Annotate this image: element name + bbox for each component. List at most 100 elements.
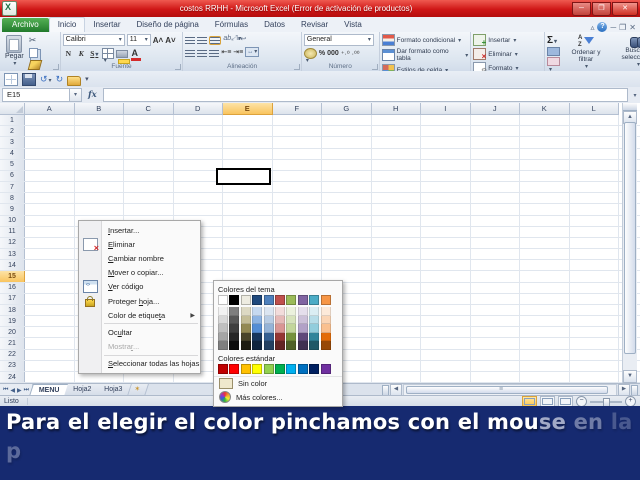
cell-k3[interactable] [520,137,570,148]
theme-shade-swatch-2-1[interactable] [240,315,251,325]
column-header-l[interactable]: L [569,103,619,115]
insert-cells-button[interactable]: Insertar [473,34,542,47]
menu-item-ver-código[interactable]: Ver código [79,280,200,294]
insert-function-icon[interactable]: fx [82,90,103,100]
menu-item-color-de-etiqueta[interactable]: Color de etiqueta ▶ [79,308,200,322]
theme-shade-swatch-5-3[interactable] [274,332,285,342]
column-header-e[interactable]: E [223,103,273,115]
theme-shade-swatch-4-4[interactable] [263,341,274,350]
cell-a16[interactable] [25,282,75,293]
cell-l1[interactable] [570,115,619,126]
align-top-icon[interactable] [185,37,196,44]
tab-insertar[interactable]: Insertar [85,18,128,32]
cell-k14[interactable] [520,260,570,271]
increase-decimal-icon[interactable]: ⁺·⁰ [341,50,350,58]
cell-k10[interactable] [520,215,570,226]
decrease-decimal-icon[interactable]: ·⁰⁰ [352,50,360,58]
theme-shade-swatch-9-3[interactable] [320,332,331,342]
window-resize-handle[interactable] [631,384,638,396]
cell-f3[interactable] [273,137,322,148]
theme-shade-swatch-7-0[interactable] [297,307,308,316]
cell-j22[interactable] [471,349,520,360]
redo-icon[interactable]: ↻ [56,74,64,85]
cell-l14[interactable] [570,260,619,271]
cell-c2[interactable] [124,126,174,137]
number-format-select[interactable]: General [303,34,374,46]
cell-j14[interactable] [471,260,520,271]
cell-f10[interactable] [273,215,322,226]
theme-shade-swatch-7-2[interactable] [297,324,308,333]
cell-c1[interactable] [124,115,174,126]
formula-input[interactable] [102,88,628,102]
row-header-14[interactable]: 14 [0,260,25,271]
cell-j1[interactable] [471,115,520,126]
column-header-k[interactable]: K [520,103,570,115]
cell-j9[interactable] [471,204,520,215]
tab-fórmulas[interactable]: Fórmulas [207,18,256,32]
cell-k20[interactable] [520,327,570,338]
cell-l15[interactable] [570,271,619,282]
orientation-icon[interactable]: ab⤢ [223,35,236,45]
theme-color-swatch-3[interactable] [252,295,263,305]
open-icon[interactable] [67,75,82,86]
cell-e12[interactable] [223,237,273,249]
cell-h1[interactable] [372,115,421,126]
save-icon[interactable] [22,72,36,86]
cell-j16[interactable] [471,282,520,293]
restore-button[interactable]: ❐ [592,1,611,16]
cell-i1[interactable] [421,115,471,126]
number-dialog-launcher[interactable] [371,64,378,70]
cell-a4[interactable] [25,148,75,159]
cell-j5[interactable] [471,159,520,170]
help-icon[interactable]: ? [597,22,608,32]
cell-b7[interactable] [75,182,124,193]
cell-i5[interactable] [421,159,471,170]
scroll-down-icon[interactable]: ▼ [623,370,637,383]
theme-shade-swatch-9-2[interactable] [320,324,331,333]
row-header-19[interactable]: 19 [0,316,25,327]
cell-l6[interactable] [570,170,619,182]
theme-shade-swatch-8-0[interactable] [309,307,320,316]
cell-a23[interactable] [25,360,75,371]
cell-h6[interactable] [372,170,421,182]
cell-i16[interactable] [421,282,471,293]
theme-shade-swatch-0-2[interactable] [218,324,228,333]
cell-l21[interactable] [570,338,619,349]
row-header-4[interactable]: 4 [0,148,25,159]
cell-d9[interactable] [174,204,223,215]
wrap-text-icon[interactable]: ≡↩ [236,35,247,45]
cell-h18[interactable] [372,304,421,316]
row-header-13[interactable]: 13 [0,249,25,260]
row-header-3[interactable]: 3 [0,137,25,148]
cell-i17[interactable] [421,293,471,304]
cell-j19[interactable] [471,316,520,327]
cell-c7[interactable] [124,182,174,193]
cell-l7[interactable] [570,182,619,193]
theme-shade-swatch-7-1[interactable] [297,315,308,325]
cell-i7[interactable] [421,182,471,193]
clear-icon[interactable] [547,57,560,66]
cell-g4[interactable] [322,148,372,159]
cell-l24[interactable] [570,371,619,383]
cell-h15[interactable] [372,271,421,282]
tab-diseño-de-página[interactable]: Diseño de página [129,18,207,32]
row-header-21[interactable]: 21 [0,338,25,349]
cell-i9[interactable] [421,204,471,215]
row-header-22[interactable]: 22 [0,349,25,360]
cell-f7[interactable] [273,182,322,193]
cell-l16[interactable] [570,282,619,293]
cell-a6[interactable] [25,170,75,182]
column-header-g[interactable]: G [322,103,372,115]
row-header-11[interactable]: 11 [0,226,25,237]
cell-k15[interactable] [520,271,570,282]
theme-shade-swatch-0-3[interactable] [218,332,228,342]
font-size-select[interactable]: 11 [126,34,151,46]
cell-g11[interactable] [322,226,372,237]
cell-j6[interactable] [471,170,520,182]
cell-d1[interactable] [174,115,223,126]
cell-a12[interactable] [25,237,75,249]
bold-button[interactable]: N [63,49,74,58]
align-left-icon[interactable] [185,49,196,57]
last-sheet-icon[interactable]: ⏭ [24,387,29,394]
row-header-8[interactable]: 8 [0,193,25,204]
